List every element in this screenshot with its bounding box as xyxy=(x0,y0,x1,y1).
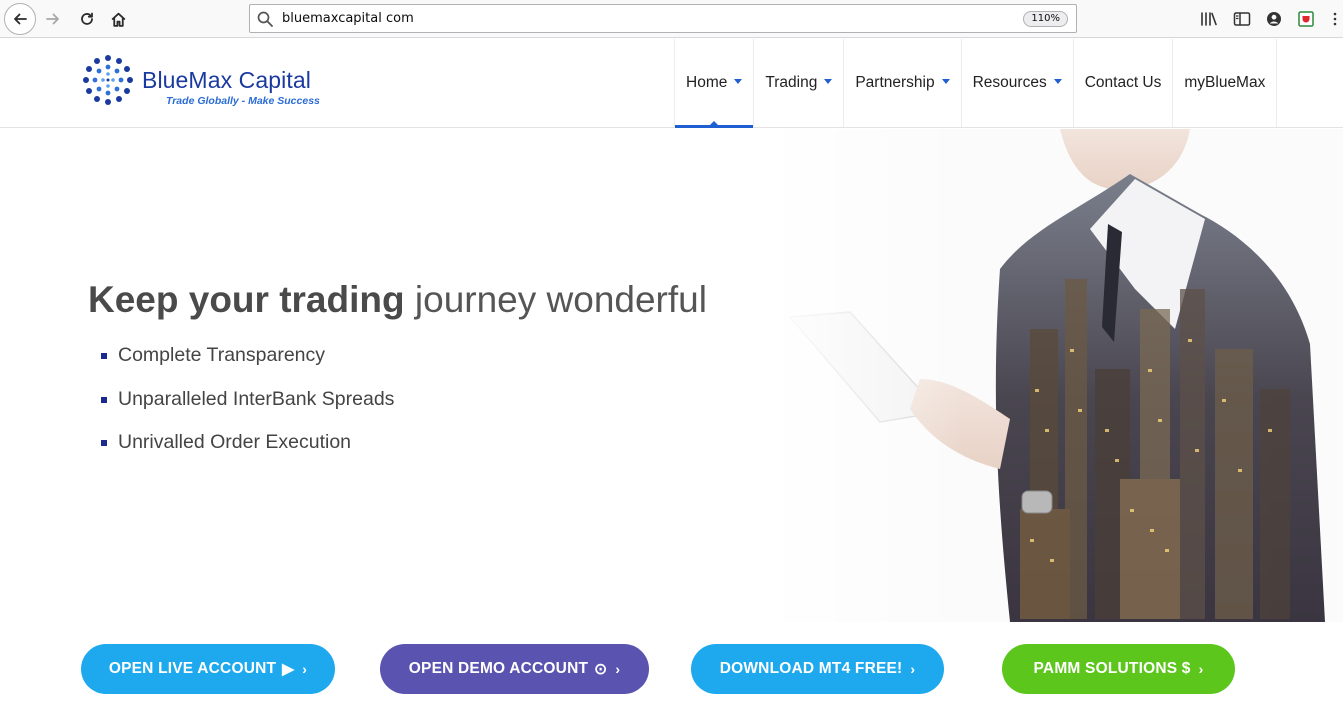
nav-label: myBlueMax xyxy=(1184,74,1266,91)
list-item: Unparalleled InterBank Spreads xyxy=(101,388,394,432)
nav-item-trading[interactable]: Trading xyxy=(753,39,843,127)
logo-name: BlueMax Capital xyxy=(142,67,311,93)
pocket-extension-icon[interactable] xyxy=(1296,9,1316,29)
menu-dots-icon[interactable] xyxy=(1330,9,1340,29)
open-live-account-button[interactable]: OPEN LIVE ACCOUNT ▶ › xyxy=(81,644,335,694)
feature-text: Unrivalled Order Execution xyxy=(118,431,352,453)
main-navigation: Home Trading Partnership Resources Conta… xyxy=(674,39,1278,128)
site-header: BlueMax Capital Trade Globally - Make Su… xyxy=(0,39,1343,128)
square-bullet-icon xyxy=(101,396,107,403)
bluemax-logo[interactable]: BlueMax Capital Trade Globally - Make Su… xyxy=(78,53,338,111)
search-icon xyxy=(257,11,273,27)
nav-label: Home xyxy=(686,74,728,91)
browser-toolbar: bluemaxcapital com 110% xyxy=(0,0,1343,38)
account-icon[interactable] xyxy=(1264,9,1284,29)
library-icon[interactable] xyxy=(1199,9,1219,29)
feature-text: Complete Transparency xyxy=(118,344,326,366)
nav-label: Partnership xyxy=(855,74,935,91)
chevron-right-icon: › xyxy=(302,661,308,677)
open-demo-account-button[interactable]: OPEN DEMO ACCOUNT ⊙ › xyxy=(380,644,649,694)
address-bar[interactable]: bluemaxcapital com 110% xyxy=(249,4,1077,33)
caret-down-icon xyxy=(941,78,950,84)
button-label: OPEN DEMO ACCOUNT xyxy=(408,660,589,677)
hero-banner: Keep your trading journey wonderful Comp… xyxy=(0,129,1343,622)
caret-down-icon xyxy=(1053,78,1062,84)
nav-item-contact-us[interactable]: Contact Us xyxy=(1072,39,1173,127)
nav-label: Resources xyxy=(972,74,1047,91)
cta-row: OPEN LIVE ACCOUNT ▶ › OPEN DEMO ACCOUNT … xyxy=(0,622,1343,701)
nav-item-resources[interactable]: Resources xyxy=(960,39,1073,127)
chevron-right-icon: › xyxy=(910,661,916,677)
hero-heading: Keep your trading journey wonderful xyxy=(88,279,707,321)
square-bullet-icon xyxy=(101,440,107,446)
forward-arrow-icon[interactable] xyxy=(38,5,68,33)
sidebar-icon[interactable] xyxy=(1232,9,1252,29)
back-arrow-icon[interactable] xyxy=(4,3,36,35)
chevron-right-icon: › xyxy=(1198,661,1204,677)
home-icon[interactable] xyxy=(103,5,133,33)
download-mt4-button[interactable]: DOWNLOAD MT4 FREE! › xyxy=(691,644,944,694)
chevron-right-icon: › xyxy=(615,661,621,677)
button-label: OPEN LIVE ACCOUNT xyxy=(108,660,277,677)
list-item: Complete Transparency xyxy=(101,344,394,388)
nav-item-mybluemax[interactable]: myBlueMax xyxy=(1172,39,1278,127)
url-text[interactable]: bluemaxcapital com xyxy=(282,11,414,26)
square-bullet-icon xyxy=(101,353,107,359)
list-item: Unrivalled Order Execution xyxy=(101,431,394,475)
businessman-city-image xyxy=(760,129,1343,622)
play-icon: ▶ xyxy=(282,660,295,678)
logo-tagline: Trade Globally - Make Success xyxy=(166,95,320,107)
nav-label: Trading xyxy=(765,74,818,91)
caret-down-icon xyxy=(734,78,743,84)
play-circle-icon: ⊙ xyxy=(594,660,608,678)
reload-icon[interactable] xyxy=(72,5,102,33)
nav-item-home[interactable]: Home xyxy=(674,39,754,128)
button-label: PAMM SOLUTIONS $ xyxy=(1033,660,1191,677)
nav-item-partnership[interactable]: Partnership xyxy=(843,39,960,127)
hero-heading-bold: Keep your trading xyxy=(88,279,405,320)
zoom-level-badge[interactable]: 110% xyxy=(1023,11,1068,27)
hero-heading-light: journey wonderful xyxy=(414,279,707,320)
logo-dots-icon xyxy=(83,55,133,105)
pamm-solutions-button[interactable]: PAMM SOLUTIONS $ › xyxy=(1002,644,1235,694)
nav-label: Contact Us xyxy=(1084,74,1162,91)
button-label: DOWNLOAD MT4 FREE! xyxy=(719,660,903,677)
feature-text: Unparalleled InterBank Spreads xyxy=(118,387,395,410)
feature-list: Complete Transparency Unparalleled Inter… xyxy=(101,344,394,475)
caret-down-icon xyxy=(824,78,833,84)
